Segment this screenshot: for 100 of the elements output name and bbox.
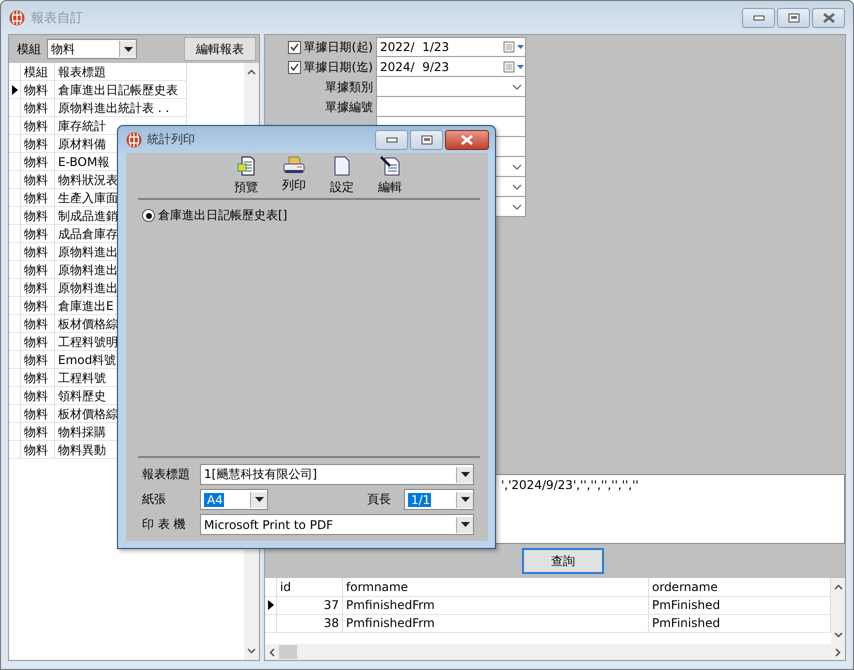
dropdown-arrow-button[interactable] <box>456 516 473 532</box>
table-cell: 物料 <box>21 441 55 459</box>
table-cell: 37 <box>277 596 343 615</box>
document-icon <box>334 156 350 176</box>
calendar-icon[interactable] <box>503 60 525 72</box>
checkbox[interactable] <box>288 40 301 54</box>
chevron-down-icon[interactable] <box>512 204 522 210</box>
dropdown-arrow-button[interactable] <box>456 492 473 508</box>
toolbar-button[interactable]: 編輯 <box>378 179 402 196</box>
maximize-icon[interactable] <box>420 134 432 144</box>
close-button[interactable] <box>445 130 489 150</box>
close-icon[interactable] <box>822 12 836 22</box>
dialog-logo-icon <box>126 132 142 148</box>
scroll-thumb[interactable] <box>279 645 297 659</box>
dropdown-arrow-button[interactable] <box>250 492 267 508</box>
table-cell: PmfinishedFrm <box>343 596 649 615</box>
field-label: 頁長 <box>367 491 392 508</box>
table-cell: 物料 <box>21 153 55 171</box>
chevron-down-icon[interactable] <box>834 632 842 638</box>
edit-document-icon <box>380 156 400 176</box>
dropdown-field[interactable] <box>376 77 526 97</box>
caret-down-icon[interactable] <box>460 472 470 477</box>
vertical-scrollbar[interactable] <box>831 578 845 644</box>
table-cell: 物料 <box>21 189 55 207</box>
table-cell: 物料 <box>21 261 55 279</box>
table-cell: 物料 <box>21 405 55 423</box>
caret-down-icon[interactable] <box>124 46 132 52</box>
chevron-down-icon[interactable] <box>512 184 522 190</box>
chevron-down-icon[interactable] <box>512 164 522 170</box>
table-cell: PmFinished <box>649 596 831 615</box>
table-cell: 物料 <box>21 81 55 99</box>
field-label: 報表標題 <box>142 466 191 483</box>
chevron-up-icon[interactable] <box>247 69 256 75</box>
table-cell: 物料 <box>21 243 55 261</box>
column-header[interactable]: 報表標題 <box>55 63 187 81</box>
edit-report-button[interactable]: 編輯報表 <box>184 37 256 61</box>
chevron-down-icon[interactable] <box>247 648 256 654</box>
chevron-left-icon[interactable] <box>269 648 275 656</box>
filter-label: 單據日期(迄) <box>304 58 373 76</box>
table-cell: 物料 <box>21 99 55 117</box>
filter-label: 單據類別 <box>325 78 373 96</box>
table-cell: PmfinishedFrm <box>343 614 649 633</box>
table-cell: 物料 <box>21 225 55 243</box>
maximize-icon[interactable] <box>788 12 800 22</box>
dropdown-arrow-button[interactable] <box>456 466 473 482</box>
window-title: 報表自訂 <box>31 10 84 26</box>
table-cell: 物料 <box>21 135 55 153</box>
column-header[interactable]: ordername <box>649 578 831 597</box>
filter-label: 單據編號 <box>325 98 373 116</box>
dropdown-arrow-button[interactable] <box>119 41 136 57</box>
table-cell: 物料 <box>21 351 55 369</box>
horizontal-scrollbar[interactable] <box>265 644 845 660</box>
module-label: 模組 <box>17 40 41 58</box>
minimize-button[interactable] <box>742 8 775 28</box>
filter-label: 單據日期(起) <box>304 38 373 56</box>
app-logo-icon <box>9 10 25 26</box>
minimize-icon[interactable] <box>386 136 398 142</box>
column-header[interactable]: formname <box>343 578 649 597</box>
paper-combo[interactable]: A4 <box>200 489 268 510</box>
table-cell: 原物料進出統計表 . . <box>55 99 187 117</box>
table-cell: 物料 <box>21 333 55 351</box>
preview-icon <box>237 156 255 176</box>
table-cell: 物料 <box>21 387 55 405</box>
date-field[interactable]: 2024/ 9/23 <box>376 57 526 77</box>
minimize-button[interactable] <box>375 130 408 150</box>
checkbox[interactable] <box>288 60 301 74</box>
date-field[interactable]: 2022/ 1/23 <box>376 37 526 57</box>
table-cell: 物料 <box>21 207 55 225</box>
table-cell: 物料 <box>21 369 55 387</box>
close-button[interactable] <box>812 8 845 28</box>
caret-down-icon[interactable] <box>460 497 470 502</box>
column-header[interactable]: id <box>277 578 343 597</box>
chevron-down-icon[interactable] <box>512 84 522 90</box>
caret-down-icon[interactable] <box>254 497 264 502</box>
field-label: 印 表 機 <box>142 516 187 533</box>
toolbar-button[interactable]: 列印 <box>282 177 306 194</box>
chevron-right-icon[interactable] <box>835 648 841 656</box>
table-cell: 物料 <box>21 423 55 441</box>
caret-down-icon[interactable] <box>460 522 470 527</box>
module-combo[interactable]: 物料 <box>47 39 137 59</box>
table-cell: 物料 <box>21 279 55 297</box>
toolbar-button[interactable]: 預覽 <box>234 179 258 196</box>
maximize-button[interactable] <box>410 130 443 150</box>
printer-icon <box>283 156 305 174</box>
chevron-up-icon[interactable] <box>834 584 842 590</box>
query-button[interactable]: 查詢 <box>522 548 604 574</box>
field-label: 紙張 <box>142 491 167 508</box>
radio-button[interactable] <box>142 209 155 222</box>
table-cell: 物料 <box>21 117 55 135</box>
table-cell: 物料 <box>21 171 55 189</box>
text-field[interactable] <box>376 97 526 117</box>
page-length-combo[interactable]: 1/1 <box>404 489 474 510</box>
maximize-button[interactable] <box>777 8 810 28</box>
column-header[interactable]: 模組 <box>21 63 55 81</box>
report-title-combo[interactable]: 1[颺慧科技有限公司] <box>200 464 474 485</box>
table-cell: 物料 <box>21 297 55 315</box>
printer-combo[interactable]: Microsoft Print to PDF <box>200 514 474 535</box>
toolbar-button[interactable]: 設定 <box>330 179 354 196</box>
calendar-icon[interactable] <box>503 41 525 53</box>
minimize-icon[interactable] <box>752 14 764 20</box>
